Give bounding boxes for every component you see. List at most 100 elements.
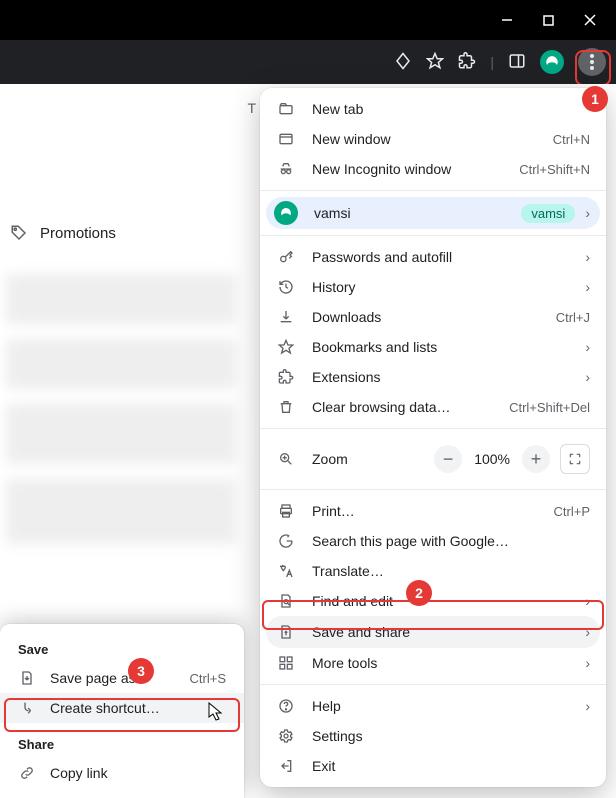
separator — [260, 428, 606, 429]
menu-shortcut: Ctrl+Shift+N — [519, 162, 590, 177]
menu-find-edit[interactable]: Find and edit › — [260, 586, 606, 616]
annotation-2: 2 — [406, 580, 432, 606]
tab-icon — [276, 101, 296, 117]
gear-icon — [276, 728, 296, 744]
chevron-right-icon: › — [585, 593, 590, 609]
chevron-right-icon: › — [585, 279, 590, 295]
menu-passwords[interactable]: Passwords and autofill › — [260, 242, 606, 272]
menu-label: Find and edit — [312, 593, 579, 609]
menu-settings[interactable]: Settings — [260, 721, 606, 751]
google-icon — [276, 533, 296, 549]
menu-label: New window — [312, 131, 553, 147]
star-icon — [276, 339, 296, 355]
download-icon — [276, 309, 296, 325]
menu-bookmarks[interactable]: Bookmarks and lists › — [260, 332, 606, 362]
extensions-puzzle-icon[interactable] — [458, 52, 476, 73]
separator — [260, 190, 606, 191]
menu-account[interactable]: vamsi vamsi › — [266, 197, 600, 229]
chevron-right-icon: › — [585, 369, 590, 385]
promotions-label: Promotions — [40, 225, 116, 242]
menu-help[interactable]: Help › — [260, 691, 606, 721]
profile-avatar-icon[interactable] — [540, 50, 564, 74]
zoom-in-button[interactable]: + — [522, 445, 550, 473]
maximize-button[interactable] — [543, 15, 554, 26]
trash-icon — [276, 399, 296, 415]
window-icon — [276, 131, 296, 147]
menu-label: Passwords and autofill — [312, 249, 579, 265]
account-chip: vamsi — [521, 204, 575, 223]
menu-save-share[interactable]: Save and share › — [266, 616, 600, 648]
menu-label: Clear browsing data… — [312, 399, 509, 415]
menu-label: Help — [312, 698, 579, 714]
chevron-right-icon: › — [585, 698, 590, 714]
menu-shortcut: Ctrl+P — [554, 504, 590, 519]
menu-label: Extensions — [312, 369, 579, 385]
menu-label: Print… — [312, 503, 554, 519]
panel-icon[interactable] — [508, 52, 526, 73]
browser-toolbar: | — [0, 40, 616, 84]
menu-button[interactable] — [578, 48, 606, 76]
menu-incognito[interactable]: New Incognito window Ctrl+Shift+N — [260, 154, 606, 184]
bookmark-star-icon[interactable] — [426, 52, 444, 73]
annotation-3: 3 — [128, 658, 154, 684]
key-icon — [276, 249, 296, 265]
exit-icon — [276, 758, 296, 774]
submenu-save-header: Save — [0, 632, 244, 663]
submenu-label: Create shortcut… — [50, 700, 226, 716]
menu-label: Save and share — [312, 624, 579, 640]
save-page-icon — [18, 670, 36, 686]
help-icon — [276, 698, 296, 714]
save-share-icon — [276, 624, 296, 640]
menu-new-tab[interactable]: New tab — [260, 94, 606, 124]
menu-more-tools[interactable]: More tools › — [260, 648, 606, 678]
menu-label: History — [312, 279, 579, 295]
menu-label: Settings — [312, 728, 590, 744]
menu-history[interactable]: History › — [260, 272, 606, 302]
menu-clear-data[interactable]: Clear browsing data… Ctrl+Shift+Del — [260, 392, 606, 422]
submenu-copy-link[interactable]: Copy link — [0, 758, 244, 788]
submenu-shortcut: Ctrl+S — [190, 671, 226, 686]
menu-zoom: Zoom − 100% + — [260, 435, 606, 483]
menu-shortcut: Ctrl+N — [553, 132, 590, 147]
menu-extensions[interactable]: Extensions › — [260, 362, 606, 392]
chevron-right-icon: › — [585, 655, 590, 671]
main-menu: New tab New window Ctrl+N New Incognito … — [260, 88, 606, 787]
print-icon — [276, 503, 296, 519]
menu-label: Exit — [312, 758, 590, 774]
separator — [260, 684, 606, 685]
zoom-out-button[interactable]: − — [434, 445, 462, 473]
separator — [260, 489, 606, 490]
history-icon — [276, 279, 296, 295]
submenu-label: Copy link — [50, 765, 226, 781]
submenu-share-header: Share — [0, 723, 244, 758]
shortcut-icon — [18, 700, 36, 716]
menu-new-window[interactable]: New window Ctrl+N — [260, 124, 606, 154]
tag-icon — [10, 224, 28, 242]
translate-icon — [276, 563, 296, 579]
diamond-icon[interactable] — [394, 52, 412, 73]
menu-exit[interactable]: Exit — [260, 751, 606, 781]
menu-shortcut: Ctrl+Shift+Del — [509, 400, 590, 415]
menu-label: More tools — [312, 655, 579, 671]
submenu-save-page-as[interactable]: Save page as Ctrl+S — [0, 663, 244, 693]
menu-label: New tab — [312, 101, 590, 117]
menu-print[interactable]: Print… Ctrl+P — [260, 496, 606, 526]
prev-shortcut-fragment: T — [247, 100, 256, 116]
promotions-tag[interactable]: Promotions — [10, 224, 116, 242]
tools-icon — [276, 655, 296, 671]
close-button[interactable] — [584, 14, 596, 26]
menu-search-google[interactable]: Search this page with Google… — [260, 526, 606, 556]
link-icon — [18, 765, 36, 781]
menu-translate[interactable]: Translate… — [260, 556, 606, 586]
avatar-icon — [274, 201, 298, 225]
menu-label: Bookmarks and lists — [312, 339, 579, 355]
menu-label: Translate… — [312, 563, 590, 579]
zoom-value: 100% — [474, 451, 510, 467]
fullscreen-button[interactable] — [560, 444, 590, 474]
menu-label: Search this page with Google… — [312, 533, 590, 549]
submenu-label: Save page as — [50, 670, 190, 686]
document-search-icon — [276, 593, 296, 609]
minimize-button[interactable] — [501, 14, 513, 26]
menu-downloads[interactable]: Downloads Ctrl+J — [260, 302, 606, 332]
separator — [260, 235, 606, 236]
